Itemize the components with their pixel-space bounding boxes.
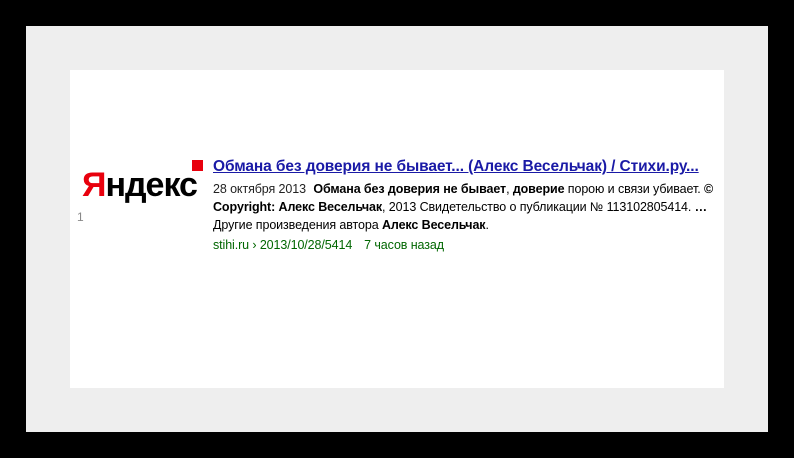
- snippet-text: ,: [506, 182, 513, 196]
- snippet-text: порою и связи убивает.: [564, 182, 704, 196]
- result-url-link[interactable]: stihi.ru › 2013/10/28/5414: [213, 238, 352, 252]
- result-snippet: 28 октября 2013 Обмана без доверия не бы…: [213, 180, 718, 234]
- result-title-link[interactable]: Обмана без доверия не бывает... (Алекс В…: [213, 158, 699, 176]
- snippet-bold: Обмана без доверия не бывает: [313, 182, 507, 196]
- logo-first-letter: Я: [82, 166, 106, 204]
- search-results-panel: Яндекс Обмана без доверия не бывает... (…: [70, 70, 724, 388]
- logo-rest: ндекс: [105, 166, 198, 204]
- snippet-text: , 2013 Свидетельство о публикации № 1131…: [382, 200, 695, 214]
- result-age: 7 часов назад: [364, 238, 444, 252]
- result-meta: stihi.ru › 2013/10/28/5414 7 часов назад: [213, 238, 444, 252]
- screenshot-frame: Яндекс Обмана без доверия не бывает... (…: [26, 26, 768, 432]
- snippet-bold: Алекс Весельчак: [381, 218, 486, 232]
- yandex-logo[interactable]: Яндекс: [82, 166, 198, 204]
- snippet-bold: …: [694, 200, 708, 214]
- snippet-text: Другие произведения автора: [213, 218, 382, 232]
- result-date: 28 октября 2013: [213, 182, 306, 196]
- page-number[interactable]: 1: [77, 210, 84, 224]
- snippet-bold: доверие: [512, 182, 565, 196]
- red-square-icon: [192, 160, 203, 171]
- snippet-text: .: [485, 218, 489, 232]
